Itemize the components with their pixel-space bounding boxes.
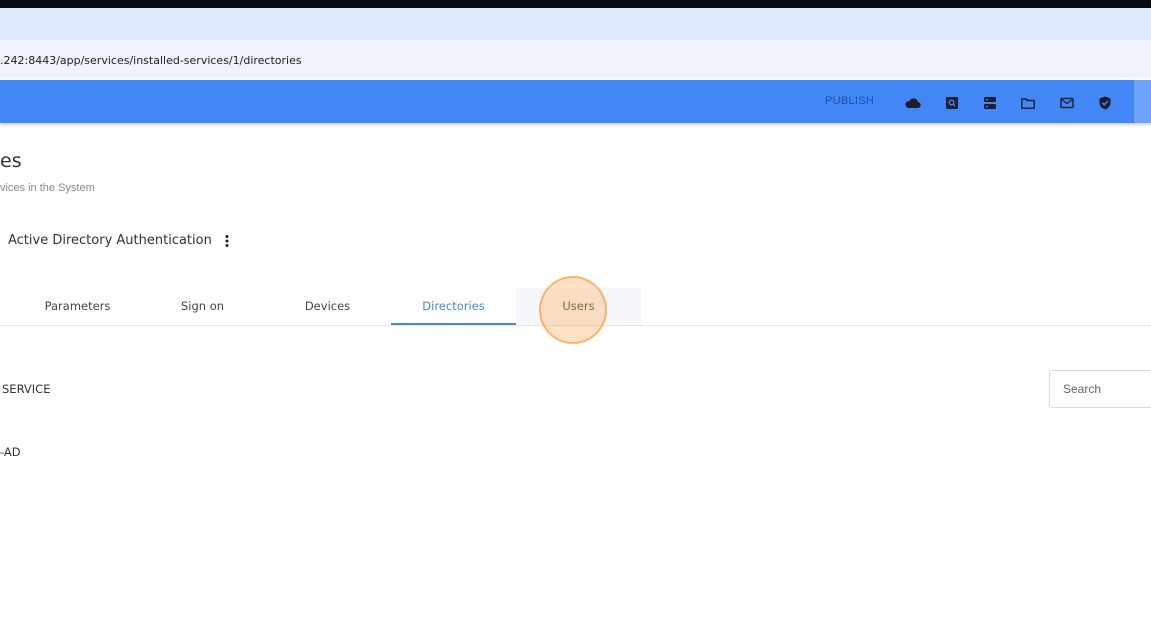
address-url[interactable]: .242:8443/app/services/installed-service… bbox=[0, 54, 302, 67]
tab-parameters[interactable]: Parameters bbox=[15, 288, 140, 325]
app-header-bar bbox=[0, 80, 1151, 123]
search-square-icon[interactable] bbox=[943, 94, 961, 112]
tabs-divider bbox=[0, 325, 1151, 326]
page-subtitle: vices in the System bbox=[0, 182, 95, 194]
mail-icon[interactable] bbox=[1058, 94, 1076, 112]
shield-check-icon[interactable] bbox=[1096, 94, 1114, 112]
window-top-strip bbox=[0, 0, 1151, 8]
tab-directories[interactable]: Directories bbox=[391, 288, 516, 325]
folder-icon[interactable] bbox=[1019, 94, 1037, 112]
cloud-icon[interactable] bbox=[904, 94, 922, 112]
app-header-edge bbox=[1134, 80, 1151, 123]
search-input[interactable] bbox=[1049, 370, 1151, 408]
more-options-icon[interactable] bbox=[221, 233, 233, 249]
service-tabs: Parameters Sign on Devices Directories U… bbox=[0, 288, 1151, 325]
table-header-service: SERVICE bbox=[2, 382, 51, 396]
server-icon[interactable] bbox=[981, 94, 999, 112]
tab-users[interactable]: Users bbox=[516, 288, 641, 325]
tab-devices[interactable]: Devices bbox=[265, 288, 390, 325]
tab-sign-on[interactable]: Sign on bbox=[140, 288, 265, 325]
table-row[interactable]: -AD bbox=[0, 445, 21, 459]
publish-button[interactable]: PUBLISH bbox=[825, 95, 874, 107]
browser-tab-bar bbox=[0, 8, 1151, 40]
page-title: es bbox=[0, 150, 22, 172]
service-name: Active Directory Authentication bbox=[8, 233, 212, 248]
